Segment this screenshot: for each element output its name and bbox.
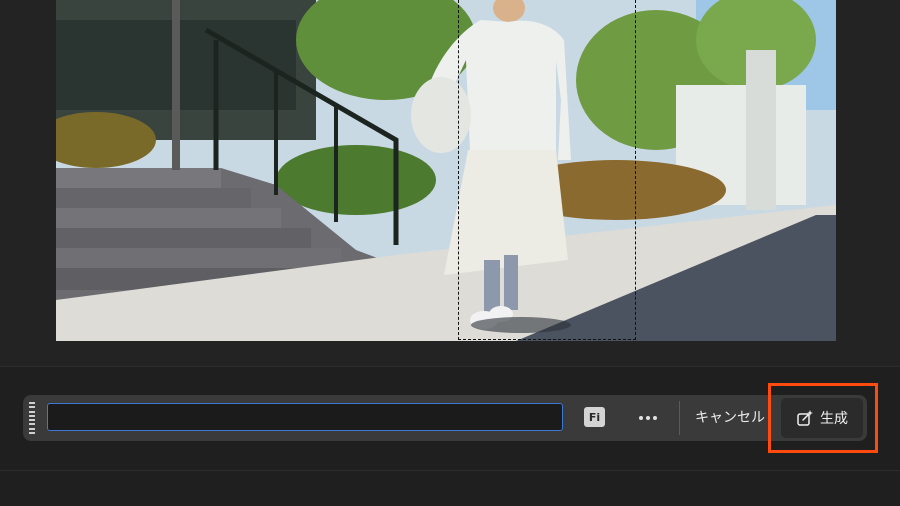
divider-line-bottom [0,470,900,471]
drag-handle-icon[interactable] [29,402,35,434]
photo-image [56,0,836,341]
cancel-label: キャンセル [695,410,765,426]
canvas-photo[interactable] [56,0,836,341]
divider-line [0,366,900,367]
canvas-area[interactable] [0,0,900,366]
cancel-button[interactable]: キャンセル [691,405,769,431]
highlight-annotation [768,383,878,453]
fi-button[interactable]: Fi [584,407,605,427]
more-horizontal-icon [639,416,657,420]
toolbar-divider [679,401,680,435]
prompt-input[interactable] [47,403,563,431]
more-options-button[interactable] [635,407,661,429]
contextual-taskbar: Fi キャンセル 生成 [23,395,867,441]
selection-marquee[interactable] [458,0,636,340]
fi-label: Fi [588,410,601,424]
